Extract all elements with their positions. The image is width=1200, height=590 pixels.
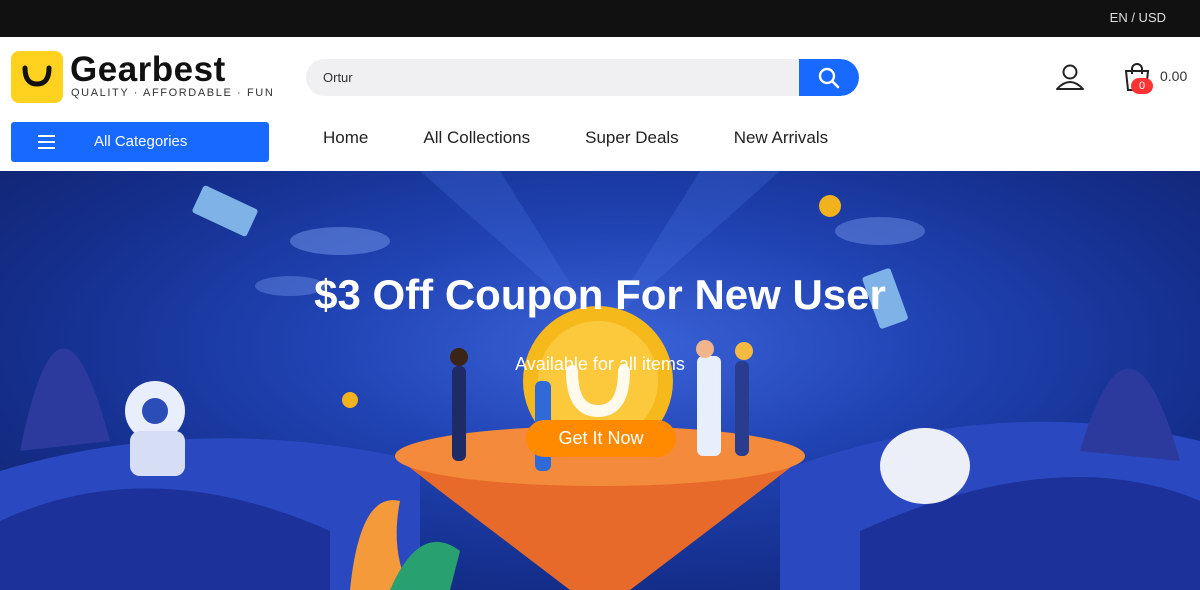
hero-subtitle: Available for all items [515,354,685,374]
search-input[interactable] [323,59,793,96]
brand-tagline: QUALITY · AFFORDABLE · FUN [71,87,275,99]
locale-selector[interactable]: EN / USD [1110,10,1166,25]
smile-icon [22,65,52,87]
nav-super-deals[interactable]: Super Deals [585,128,679,150]
search-bar [306,59,859,96]
user-icon[interactable] [1055,62,1085,92]
cart-count-badge: 0 [1131,78,1153,94]
get-it-now-button[interactable]: Get It Now [526,420,676,457]
search-button[interactable] [799,59,859,96]
brand-name[interactable]: Gearbest [70,50,226,90]
all-categories-label: All Categories [94,133,188,150]
search-icon [818,67,840,89]
site-header: Gearbest QUALITY · AFFORDABLE · FUN 0 0.… [0,37,1200,171]
nav-new-arrivals[interactable]: New Arrivals [734,128,828,150]
hero-title: $3 Off Coupon For New User [314,271,886,318]
menu-icon [38,135,55,149]
top-bar: EN / USD [0,0,1200,37]
nav-home[interactable]: Home [323,128,368,150]
all-categories-button[interactable]: All Categories [11,122,269,162]
nav-all-collections[interactable]: All Collections [423,128,530,150]
hero-illustration [0,171,1200,590]
cart-total[interactable]: 0.00 [1160,68,1187,84]
main-nav: Home All Collections Super Deals New Arr… [323,128,883,150]
hero-banner[interactable]: $3 Off Coupon For New User Available for… [0,171,1200,590]
logo-icon[interactable] [11,51,63,103]
